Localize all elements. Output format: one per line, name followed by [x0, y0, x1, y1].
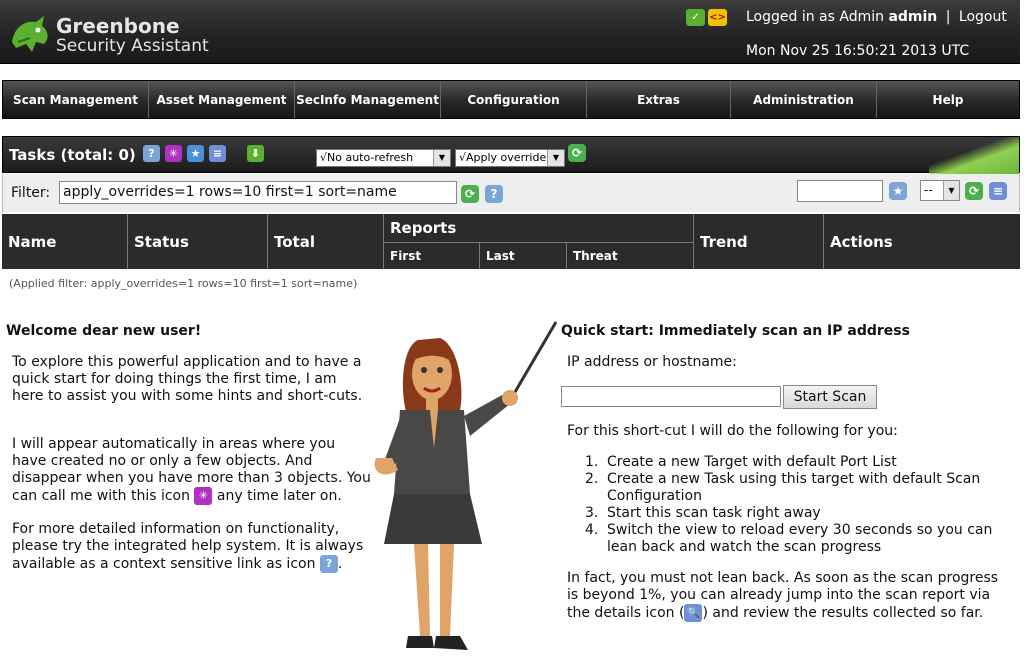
- auto-refresh-value: √No auto-refresh: [320, 151, 414, 164]
- filter-name-input[interactable]: [797, 180, 883, 202]
- main-nav: Scan Management Asset Management SecInfo…: [2, 80, 1020, 119]
- col-status[interactable]: Status: [128, 214, 268, 269]
- download-icon[interactable]: ⬇: [247, 145, 264, 162]
- logout-link[interactable]: Logout: [959, 9, 1007, 25]
- wizard-icon[interactable]: ✳: [165, 145, 182, 162]
- list-item: 3. Start this scan task right away: [585, 505, 821, 521]
- overrides-value: √Apply overrides: [459, 151, 552, 164]
- filter-select[interactable]: -- ▼: [920, 180, 960, 201]
- quickstart-steps: 1. Create a new Target with default Port …: [585, 454, 1015, 556]
- welcome-title: Welcome dear new user!: [6, 323, 202, 339]
- brand-subtitle: Security Assistant: [56, 36, 209, 56]
- welcome-p3-end: .: [337, 556, 343, 572]
- refresh-filter-icon[interactable]: ⟳: [461, 185, 479, 203]
- filter-label: Filter:: [11, 185, 51, 201]
- welcome-paragraph-3: For more detailed information on functio…: [12, 521, 372, 573]
- ip-input[interactable]: [561, 386, 781, 407]
- start-scan-button[interactable]: Start Scan: [783, 385, 877, 409]
- nav-configuration[interactable]: Configuration: [441, 81, 587, 118]
- overrides-select[interactable]: √Apply overrides ▼: [455, 149, 565, 167]
- code-brackets-icon[interactable]: <>: [708, 9, 727, 26]
- col-trend[interactable]: Trend: [694, 214, 824, 269]
- brand-name: Greenbone: [56, 14, 180, 38]
- current-datetime: Mon Nov 25 16:50:21 2013 UTC: [746, 43, 970, 59]
- list-item: 4. Switch the view to reload every 30 sec…: [585, 522, 993, 555]
- refresh-icon[interactable]: ⟳: [568, 144, 586, 162]
- welcome-paragraph-1: To explore this powerful application and…: [12, 354, 363, 404]
- greenbone-logo: [12, 16, 48, 52]
- logged-in-text: Logged in as Admin: [746, 9, 884, 25]
- filter-select-value: --: [924, 183, 933, 197]
- chevron-down-icon: ▼: [547, 150, 564, 166]
- nav-asset-management[interactable]: Asset Management: [149, 81, 295, 118]
- filter-input[interactable]: apply_overrides=1 rows=10 first=1 sort=n…: [59, 181, 457, 204]
- ip-label: IP address or hostname:: [567, 354, 737, 370]
- nav-secinfo-management[interactable]: SecInfo Management: [295, 81, 441, 118]
- tasks-panel-header: Tasks (total: 0) ? ✳ ★ ≡ ⬇ √No auto-refr…: [2, 136, 1020, 174]
- assistant-illustration: [374, 321, 558, 650]
- wizard-icon[interactable]: ✳: [194, 487, 213, 505]
- quickstart-intro: For this short-cut I will do the followi…: [567, 423, 898, 439]
- username: admin: [888, 9, 938, 25]
- list-item: 1. Create a new Target with default Port …: [585, 454, 897, 470]
- applied-filter: (Applied filter: apply_overrides=1 rows=…: [9, 277, 358, 290]
- login-info: Logged in as Admin admin | Logout: [746, 9, 1007, 25]
- col-last[interactable]: Last: [480, 242, 567, 269]
- help-icon[interactable]: ?: [319, 555, 338, 573]
- new-filter-icon[interactable]: ★: [889, 182, 907, 200]
- welcome-p3-text: For more detailed information on functio…: [12, 521, 364, 572]
- help-icon[interactable]: ?: [143, 145, 160, 162]
- separator: |: [945, 9, 951, 25]
- list-item: 2. Create a new Task using this target wi…: [585, 471, 981, 504]
- nav-scan-management[interactable]: Scan Management: [3, 81, 149, 118]
- nav-help[interactable]: Help: [877, 81, 1019, 118]
- col-first[interactable]: First: [384, 242, 480, 269]
- page-title: Tasks (total: 0): [9, 146, 136, 164]
- help-icon[interactable]: ?: [485, 185, 503, 203]
- shield-check-icon[interactable]: ✓: [686, 9, 705, 26]
- chevron-down-icon: ▼: [433, 150, 450, 166]
- auto-refresh-select[interactable]: √No auto-refresh ▼: [316, 149, 451, 167]
- col-name[interactable]: Name: [2, 214, 128, 269]
- col-total[interactable]: Total: [268, 214, 384, 269]
- header-accent: [929, 137, 1019, 174]
- chevron-down-icon: ▼: [943, 181, 959, 200]
- outro-end: ) and review the results collected so fa…: [702, 605, 984, 621]
- list-icon[interactable]: ≡: [209, 145, 226, 162]
- quickstart-outro: In fact, you must not lean back. As soon…: [567, 570, 1012, 622]
- nav-extras[interactable]: Extras: [587, 81, 731, 118]
- welcome-paragraph-2: I will appear automatically in areas whe…: [12, 436, 372, 505]
- quickstart-title: Quick start: Immediately scan an IP addr…: [561, 323, 910, 339]
- switch-filter-icon[interactable]: ⟳: [965, 182, 983, 200]
- details-magnifier-icon: 🔍: [684, 604, 703, 622]
- col-actions: Actions: [830, 232, 893, 251]
- col-reports: Reports: [384, 214, 694, 242]
- welcome-p2-end: any time later on.: [216, 488, 342, 504]
- list-icon[interactable]: ≡: [989, 182, 1007, 200]
- top-header: Greenbone Security Assistant ✓ <> Logged…: [0, 0, 1020, 64]
- nav-administration[interactable]: Administration: [731, 81, 877, 118]
- col-threat[interactable]: Threat: [567, 242, 694, 269]
- filter-bar: Filter: apply_overrides=1 rows=10 first=…: [2, 174, 1020, 212]
- tasks-table-header: Name Status Total Reports First Last Thr…: [2, 214, 1020, 269]
- new-task-icon[interactable]: ★: [187, 145, 204, 162]
